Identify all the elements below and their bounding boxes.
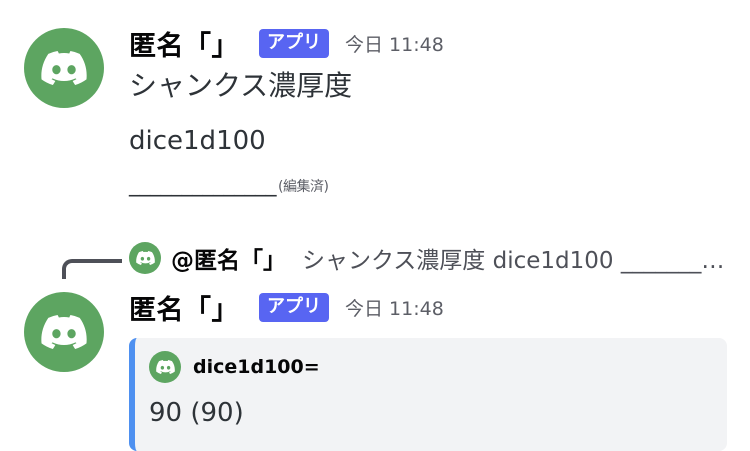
underscore-line: ______________	[129, 172, 277, 197]
avatar[interactable]	[24, 28, 104, 108]
discord-logo-icon	[135, 251, 155, 265]
app-badge: アプリ	[259, 293, 329, 322]
username[interactable]: 匿名「」	[129, 24, 239, 63]
reply-mention[interactable]: @匿名「」	[171, 241, 286, 275]
timestamp[interactable]: 今日 11:48	[345, 30, 444, 57]
app-badge: アプリ	[259, 29, 329, 58]
discord-logo-icon	[41, 315, 87, 349]
reply-spine	[62, 259, 122, 279]
avatar	[129, 242, 161, 274]
message-header: 匿名「」 アプリ 今日 11:48	[129, 24, 444, 63]
embed-author-avatar	[149, 351, 181, 383]
embed-card: dice1d100= 90 (90)	[129, 338, 727, 451]
message-header: 匿名「」 アプリ 今日 11:48	[129, 288, 444, 327]
edited-indicator[interactable]: (編集済)	[278, 179, 329, 195]
discord-logo-icon	[41, 51, 87, 85]
message-text-line: シャンクス濃厚度	[129, 69, 353, 102]
embed-author: dice1d100=	[149, 351, 320, 383]
discord-logo-icon	[155, 360, 175, 374]
reply-preview[interactable]: シャンクス濃厚度 dice1d100 ______________ (編集済)	[302, 241, 734, 275]
embed-author-name: dice1d100=	[193, 356, 320, 378]
timestamp[interactable]: 今日 11:48	[345, 294, 444, 321]
username[interactable]: 匿名「」	[129, 288, 239, 327]
message-text-line: ______________ (編集済)	[129, 172, 329, 197]
avatar[interactable]	[24, 292, 104, 372]
message-text-line: dice1d100	[129, 126, 266, 156]
embed-description: 90 (90)	[149, 398, 244, 428]
reply-reference[interactable]: @匿名「」 シャンクス濃厚度 dice1d100 ______________ …	[129, 240, 734, 276]
